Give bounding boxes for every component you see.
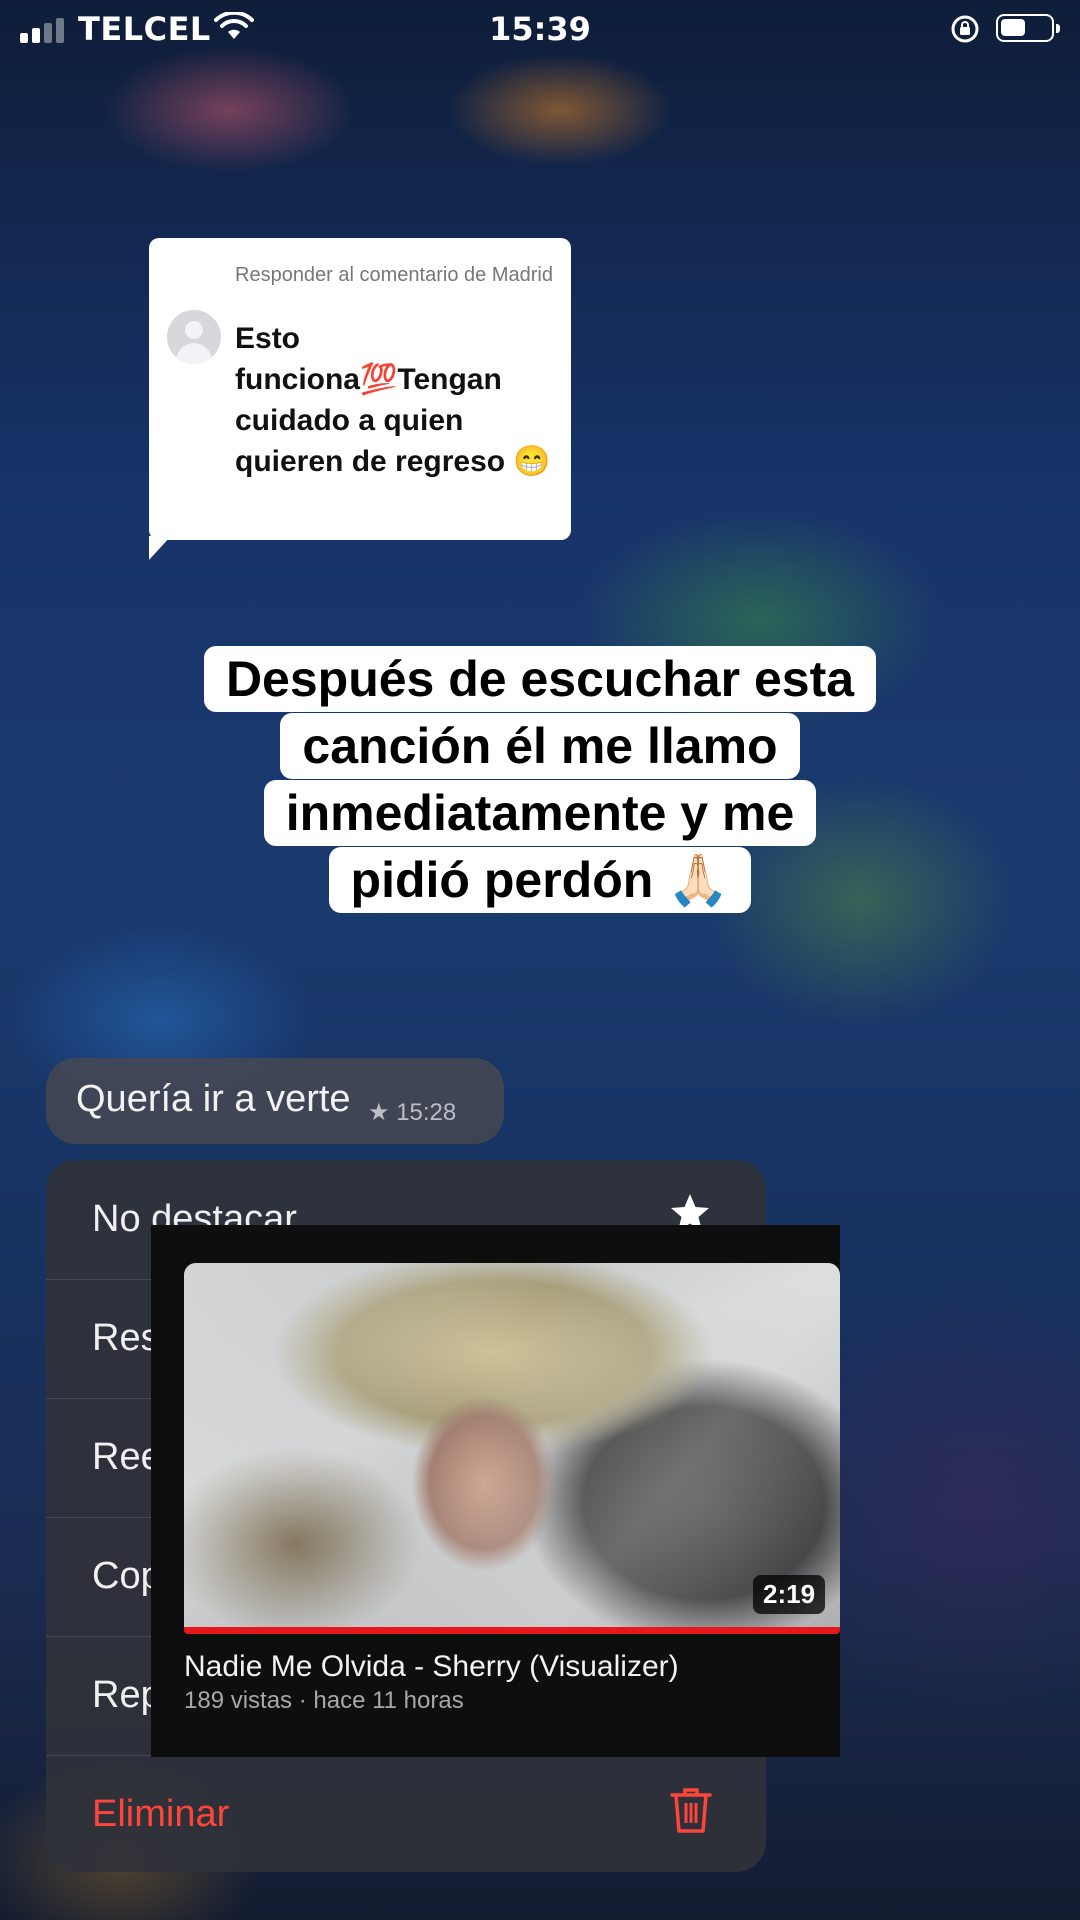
video-meta: 189 vistas · hace 11 horas bbox=[184, 1687, 464, 1714]
status-bar: TELCEL 15:39 bbox=[0, 0, 1080, 58]
message-text: Quería ir a verte bbox=[76, 1078, 351, 1120]
message-timestamp: ★ 15:28 bbox=[368, 1099, 457, 1126]
caption-line: Después de escuchar esta bbox=[203, 646, 877, 712]
video-progress-bar bbox=[184, 1627, 840, 1634]
video-duration: 2:19 bbox=[753, 1575, 826, 1614]
caption-line: inmediatamente y me bbox=[263, 780, 817, 846]
caption-line: pidió perdón 🙏🏻 bbox=[328, 847, 752, 913]
status-time: 15:39 bbox=[489, 10, 591, 48]
menu-item-delete[interactable]: Eliminar bbox=[46, 1755, 766, 1872]
rotation-lock-icon bbox=[951, 15, 979, 43]
battery-icon bbox=[996, 14, 1060, 42]
video-title[interactable]: Nadie Me Olvida - Sherry (Visualizer) bbox=[184, 1650, 679, 1684]
trash-icon bbox=[670, 1788, 712, 1833]
reply-comment-bubble: Responder al comentario de Madrid Esto f… bbox=[149, 238, 571, 560]
message-bubble[interactable]: Quería ir a verte ★ 15:28 bbox=[46, 1058, 504, 1144]
avatar bbox=[167, 310, 221, 364]
caption-line: canción él me llamo bbox=[280, 713, 800, 779]
reply-comment-text: Esto funciona💯Tengan cuidado a quien qui… bbox=[235, 322, 551, 478]
menu-item-label: Eliminar bbox=[92, 1793, 230, 1835]
reply-header: Responder al comentario de Madrid bbox=[235, 264, 553, 286]
video-thumbnail[interactable] bbox=[184, 1263, 840, 1627]
video-card[interactable]: 2:19 Nadie Me Olvida - Sherry (Visualize… bbox=[151, 1225, 840, 1757]
star-icon: ★ bbox=[368, 1099, 390, 1126]
caption-overlay: Después de escuchar esta canción él me l… bbox=[0, 646, 1080, 914]
